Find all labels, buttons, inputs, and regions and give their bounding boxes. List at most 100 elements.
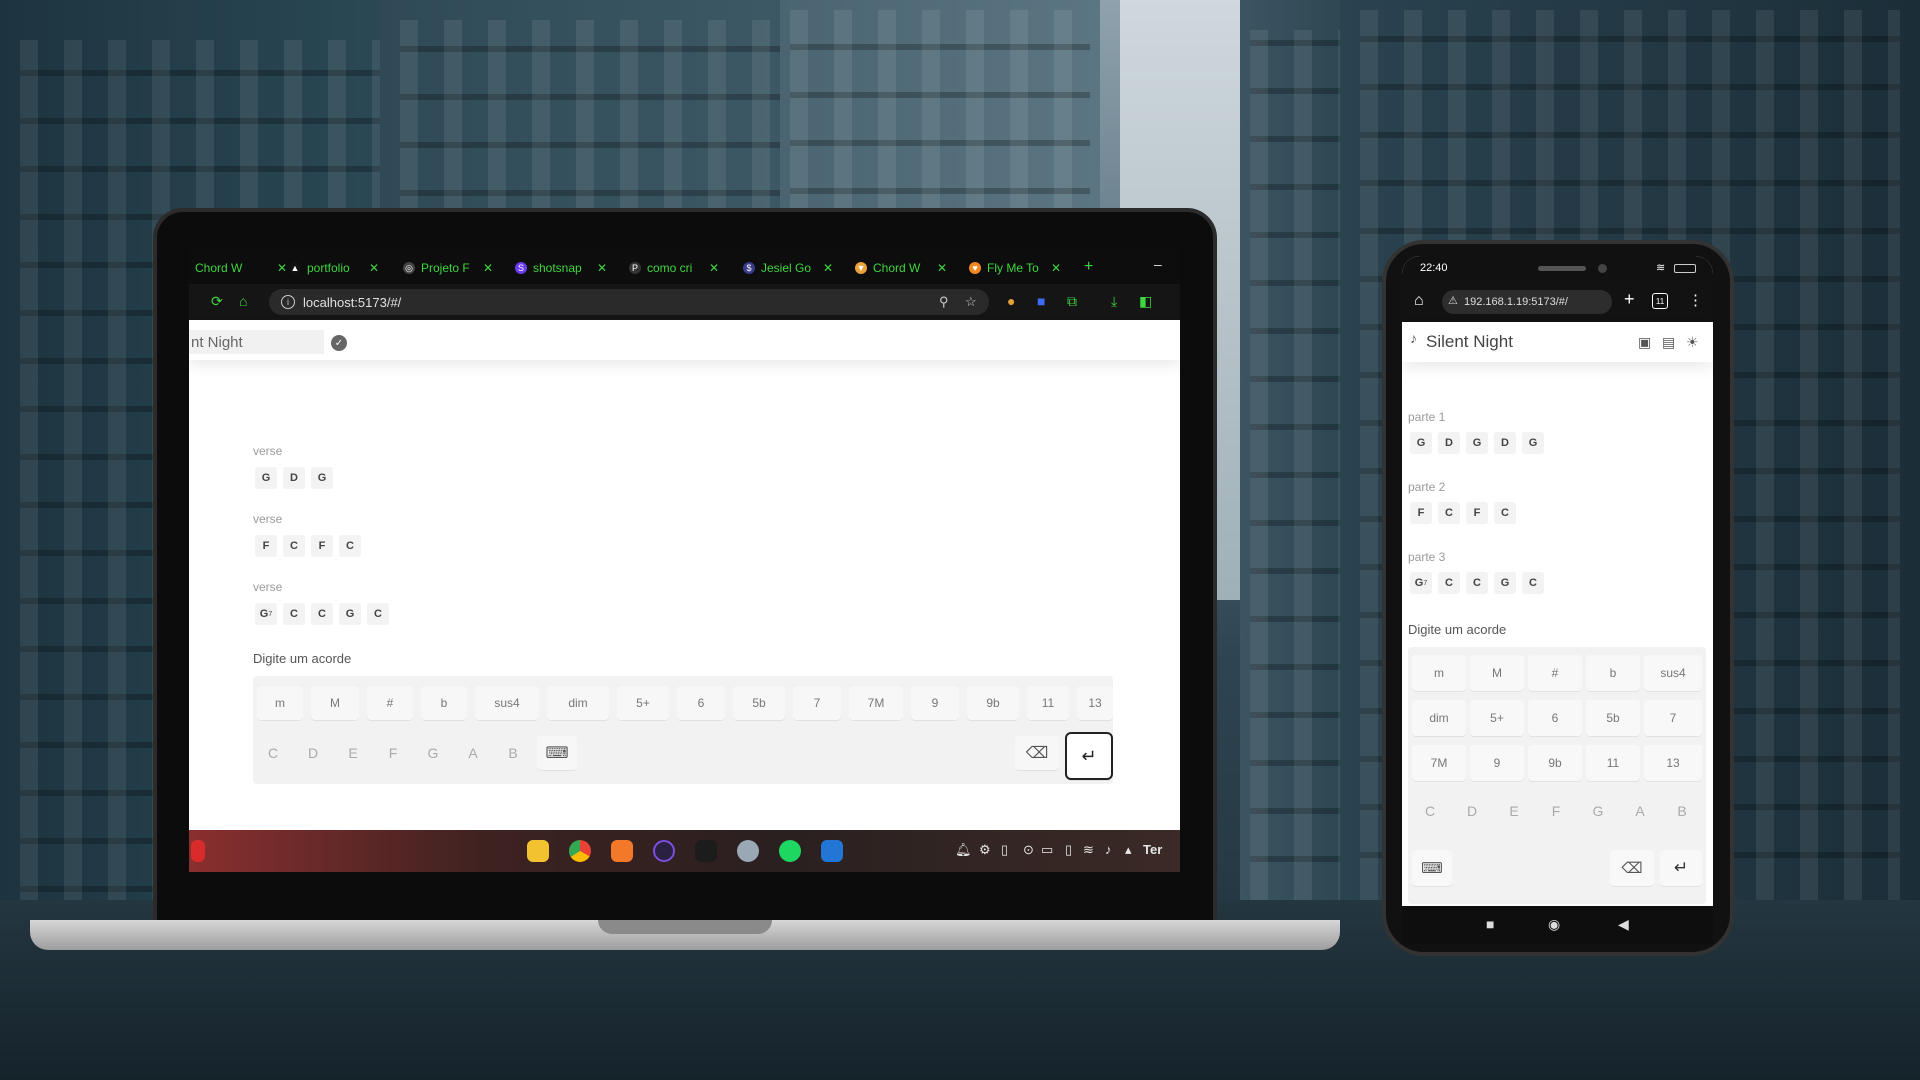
spotify-icon[interactable] bbox=[779, 840, 801, 862]
keyboard-toggle-icon[interactable]: ⌨ bbox=[1412, 850, 1452, 886]
chord-chip[interactable]: C bbox=[339, 535, 361, 557]
chord-chip[interactable]: G bbox=[1494, 572, 1516, 594]
key-M[interactable]: M bbox=[311, 686, 359, 720]
sun-icon[interactable]: ☀ bbox=[1686, 334, 1699, 351]
key-note-A[interactable]: A bbox=[457, 736, 489, 770]
key-11[interactable]: 11 bbox=[1027, 686, 1069, 720]
tab[interactable]: S shotsnap ✕ bbox=[515, 256, 607, 280]
minimize-button[interactable]: – bbox=[1154, 256, 1162, 272]
close-icon[interactable]: ✕ bbox=[277, 261, 287, 275]
tab[interactable]: ♥ Fly Me To ✕ bbox=[969, 256, 1061, 280]
key-sharp[interactable]: # bbox=[1528, 655, 1582, 691]
key-sus4[interactable]: sus4 bbox=[1644, 655, 1702, 691]
reload-icon[interactable]: ⟳ bbox=[211, 293, 223, 310]
key-sus4[interactable]: sus4 bbox=[475, 686, 539, 720]
key-note-E[interactable]: E bbox=[1496, 793, 1532, 829]
chord-chip[interactable]: C bbox=[1438, 572, 1460, 594]
chord-chip[interactable]: G bbox=[311, 467, 333, 489]
key-note-G[interactable]: G bbox=[417, 736, 449, 770]
new-tab-button[interactable]: + bbox=[1084, 258, 1093, 276]
song-title-input[interactable] bbox=[189, 330, 324, 354]
key-flat[interactable]: b bbox=[421, 686, 467, 720]
chord-chip[interactable]: G bbox=[1410, 432, 1432, 454]
home-icon[interactable]: ⌂ bbox=[1414, 292, 1424, 310]
address-bar[interactable]: i localhost:5173/#/ ⚲ ☆ bbox=[269, 289, 989, 315]
enter-button[interactable]: ↵ bbox=[1065, 732, 1113, 780]
close-icon[interactable]: ✕ bbox=[709, 261, 719, 275]
chord-chip[interactable]: C bbox=[1438, 502, 1460, 524]
key-13[interactable]: 13 bbox=[1077, 686, 1113, 720]
clipboard-icon[interactable]: ▯ bbox=[1001, 842, 1008, 858]
chord-chip[interactable]: D bbox=[1494, 432, 1516, 454]
key-sharp[interactable]: # bbox=[367, 686, 413, 720]
close-icon[interactable]: ✕ bbox=[823, 261, 833, 275]
home-icon[interactable]: ⌂ bbox=[239, 293, 247, 309]
plus-icon[interactable]: + bbox=[1624, 289, 1635, 310]
close-icon[interactable]: ✕ bbox=[369, 261, 379, 275]
chord-chip[interactable]: F bbox=[255, 535, 277, 557]
chord-chip[interactable]: F bbox=[1466, 502, 1488, 524]
bitwarden-icon[interactable]: ■ bbox=[1037, 293, 1045, 309]
key-aug[interactable]: 5+ bbox=[1470, 700, 1524, 736]
gear-icon[interactable]: ⚙ bbox=[979, 842, 991, 858]
terminal-icon[interactable] bbox=[695, 840, 717, 862]
close-icon[interactable]: ✕ bbox=[937, 261, 947, 275]
tab[interactable]: ◎ Projeto F ✕ bbox=[403, 256, 493, 280]
chord-chip[interactable]: G bbox=[255, 467, 277, 489]
key-6[interactable]: 6 bbox=[1528, 700, 1582, 736]
settings-icon[interactable] bbox=[737, 840, 759, 862]
enter-button[interactable]: ↵ bbox=[1660, 850, 1702, 886]
key-9[interactable]: 9 bbox=[911, 686, 959, 720]
key-m[interactable]: m bbox=[257, 686, 303, 720]
close-icon[interactable]: ✕ bbox=[1051, 261, 1061, 275]
key-m[interactable]: m bbox=[1412, 655, 1466, 691]
chord-chip[interactable]: G bbox=[1466, 432, 1488, 454]
key-note-F[interactable]: F bbox=[377, 736, 409, 770]
phone-link-icon[interactable]: ▯ bbox=[1065, 842, 1072, 858]
phone-address-bar[interactable]: ⚠ 192.168.1.19:5173/#/ bbox=[1442, 290, 1612, 314]
sidebar-icon[interactable]: ◧ bbox=[1139, 293, 1152, 310]
tab[interactable]: $ Jesiel Go ✕ bbox=[743, 256, 833, 280]
chord-chip[interactable]: C bbox=[283, 535, 305, 557]
key-7[interactable]: 7 bbox=[793, 686, 841, 720]
backspace-icon[interactable]: ⌫ bbox=[1610, 850, 1654, 886]
key-11[interactable]: 11 bbox=[1586, 745, 1640, 781]
key-note-C[interactable]: C bbox=[257, 736, 289, 770]
key-note-D[interactable]: D bbox=[297, 736, 329, 770]
chord-chip[interactable]: D bbox=[283, 467, 305, 489]
keyboard-toggle-icon[interactable]: ⌨ bbox=[537, 736, 577, 770]
chord-chip[interactable]: G7 bbox=[255, 603, 277, 625]
key-note-F[interactable]: F bbox=[1538, 793, 1574, 829]
tab[interactable]: Chord W ✕ bbox=[195, 256, 287, 280]
close-icon[interactable]: ✕ bbox=[483, 261, 493, 275]
key-13[interactable]: 13 bbox=[1644, 745, 1702, 781]
app-icon[interactable] bbox=[653, 840, 675, 862]
check-icon[interactable]: ✓ bbox=[331, 335, 347, 351]
key-5b[interactable]: 5b bbox=[733, 686, 785, 720]
backspace-icon[interactable]: ⌫ bbox=[1015, 736, 1059, 770]
chord-chip[interactable]: C bbox=[1522, 572, 1544, 594]
chevron-up-icon[interactable]: ▴ bbox=[1125, 842, 1132, 858]
key-dim[interactable]: dim bbox=[547, 686, 609, 720]
volume-icon[interactable]: ♪ bbox=[1105, 842, 1112, 857]
key-9b[interactable]: 9b bbox=[1528, 745, 1582, 781]
tab[interactable]: ▼ Chord W ✕ bbox=[855, 256, 947, 280]
menu-icon[interactable]: ⋮ bbox=[1688, 291, 1703, 309]
battery-icon[interactable]: ▭ bbox=[1041, 842, 1053, 858]
bell-icon[interactable]: 🔔︎ bbox=[955, 842, 972, 858]
chord-chip[interactable]: F bbox=[1410, 502, 1432, 524]
info-icon[interactable]: i bbox=[281, 295, 295, 309]
chord-chip[interactable]: C bbox=[311, 603, 333, 625]
key-7M[interactable]: 7M bbox=[849, 686, 903, 720]
key-dim[interactable]: dim bbox=[1412, 700, 1466, 736]
save-icon[interactable]: ▣ bbox=[1638, 334, 1651, 351]
chord-chip[interactable]: G7 bbox=[1410, 572, 1432, 594]
key-note-B[interactable]: B bbox=[497, 736, 529, 770]
home-button-icon[interactable]: ◉ bbox=[1548, 916, 1560, 933]
phone-song-title[interactable]: Silent Night bbox=[1426, 332, 1513, 352]
chord-chip[interactable]: C bbox=[1466, 572, 1488, 594]
puzzle-icon[interactable]: ⧉ bbox=[1067, 293, 1077, 310]
chord-chip[interactable]: C bbox=[1494, 502, 1516, 524]
key-9[interactable]: 9 bbox=[1470, 745, 1524, 781]
tab-count-button[interactable]: 11 bbox=[1652, 293, 1668, 309]
